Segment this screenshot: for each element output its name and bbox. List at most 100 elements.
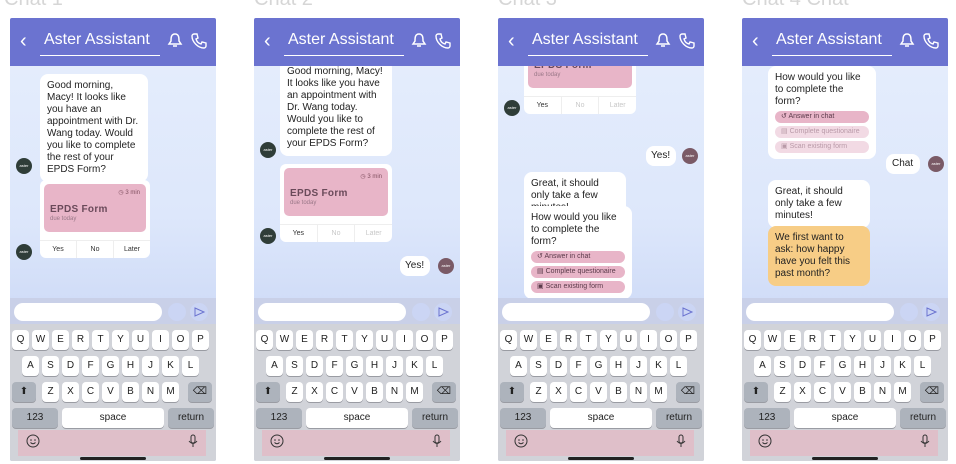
key-m[interactable]: M [894,382,911,402]
numbers-key[interactable]: 123 [744,408,790,428]
bell-icon[interactable] [898,32,916,50]
key-j[interactable]: J [630,356,647,376]
key-f[interactable]: F [570,356,587,376]
key-s[interactable]: S [42,356,59,376]
key-w[interactable]: W [520,330,537,350]
no-button[interactable]: No [316,225,355,242]
key-w[interactable]: W [32,330,49,350]
key-y[interactable]: Y [844,330,861,350]
phone-icon[interactable] [678,32,696,50]
key-b[interactable]: B [610,382,627,402]
form-card-body[interactable]: ◷ 3 min EPDS Form due today [44,184,146,232]
mic-icon[interactable] [900,303,918,321]
return-key[interactable]: return [900,408,946,428]
yes-button[interactable]: Yes [40,241,76,258]
space-key[interactable]: space [306,408,408,428]
key-y[interactable]: Y [112,330,129,350]
key-m[interactable]: M [406,382,423,402]
key-y[interactable]: Y [356,330,373,350]
key-s[interactable]: S [530,356,547,376]
key-z[interactable]: Z [42,382,59,402]
key-v[interactable]: V [102,382,119,402]
key-q[interactable]: Q [744,330,761,350]
key-m[interactable]: M [650,382,667,402]
key-r[interactable]: R [560,330,577,350]
key-a[interactable]: A [22,356,39,376]
key-b[interactable]: B [122,382,139,402]
numbers-key[interactable]: 123 [256,408,302,428]
backspace-key[interactable]: ⌫ [188,382,212,402]
return-key[interactable]: return [656,408,702,428]
key-u[interactable]: U [376,330,393,350]
shift-key[interactable]: ⬆ [256,382,280,402]
bell-icon[interactable] [166,32,184,50]
option-answer-in-chat[interactable]: ↺ Answer in chat [775,111,869,123]
key-n[interactable]: N [874,382,891,402]
key-v[interactable]: V [590,382,607,402]
key-b[interactable]: B [854,382,871,402]
send-icon[interactable] [190,303,208,321]
key-q[interactable]: Q [12,330,29,350]
space-key[interactable]: space [794,408,896,428]
key-o[interactable]: O [904,330,921,350]
dictation-icon[interactable] [430,434,444,448]
key-m[interactable]: M [162,382,179,402]
bell-icon[interactable] [410,32,428,50]
key-e[interactable]: E [540,330,557,350]
no-button[interactable]: No [76,241,113,258]
key-l[interactable]: L [426,356,443,376]
key-f[interactable]: F [814,356,831,376]
key-j[interactable]: J [874,356,891,376]
key-t[interactable]: T [92,330,109,350]
key-z[interactable]: Z [286,382,303,402]
mic-icon[interactable] [656,303,674,321]
key-g[interactable]: G [102,356,119,376]
mic-icon[interactable] [168,303,186,321]
backspace-key[interactable]: ⌫ [920,382,944,402]
form-card-body[interactable]: ◷ 3 min EPDS Form due today [528,66,632,88]
key-c[interactable]: C [570,382,587,402]
key-t[interactable]: T [580,330,597,350]
numbers-key[interactable]: 123 [12,408,58,428]
key-p[interactable]: P [436,330,453,350]
key-p[interactable]: P [680,330,697,350]
option-complete-questionaire[interactable]: ▤ Complete questionaire [531,266,625,278]
key-g[interactable]: G [834,356,851,376]
key-u[interactable]: U [864,330,881,350]
key-o[interactable]: O [660,330,677,350]
key-j[interactable]: J [142,356,159,376]
backspace-key[interactable]: ⌫ [432,382,456,402]
key-r[interactable]: R [316,330,333,350]
key-l[interactable]: L [670,356,687,376]
key-x[interactable]: X [306,382,323,402]
key-r[interactable]: R [72,330,89,350]
space-key[interactable]: space [62,408,164,428]
dictation-icon[interactable] [186,434,200,448]
key-f[interactable]: F [82,356,99,376]
space-key[interactable]: space [550,408,652,428]
option-complete-questionaire[interactable]: ▤ Complete questionaire [775,126,869,138]
later-button[interactable]: Later [354,225,392,242]
key-k[interactable]: K [894,356,911,376]
phone-icon[interactable] [922,32,940,50]
key-x[interactable]: X [62,382,79,402]
mic-icon[interactable] [412,303,430,321]
key-w[interactable]: W [276,330,293,350]
phone-icon[interactable] [434,32,452,50]
key-e[interactable]: E [52,330,69,350]
key-u[interactable]: U [132,330,149,350]
send-icon[interactable] [434,303,452,321]
key-v[interactable]: V [346,382,363,402]
key-n[interactable]: N [142,382,159,402]
form-card-body[interactable]: ◷ 3 min EPDS Form due today [284,168,388,216]
key-d[interactable]: D [62,356,79,376]
key-l[interactable]: L [182,356,199,376]
key-c[interactable]: C [814,382,831,402]
back-icon[interactable]: ‹ [508,30,522,52]
return-key[interactable]: return [168,408,214,428]
emoji-icon[interactable] [758,434,772,448]
shift-key[interactable]: ⬆ [744,382,768,402]
emoji-icon[interactable] [270,434,284,448]
key-a[interactable]: A [266,356,283,376]
dictation-icon[interactable] [918,434,932,448]
